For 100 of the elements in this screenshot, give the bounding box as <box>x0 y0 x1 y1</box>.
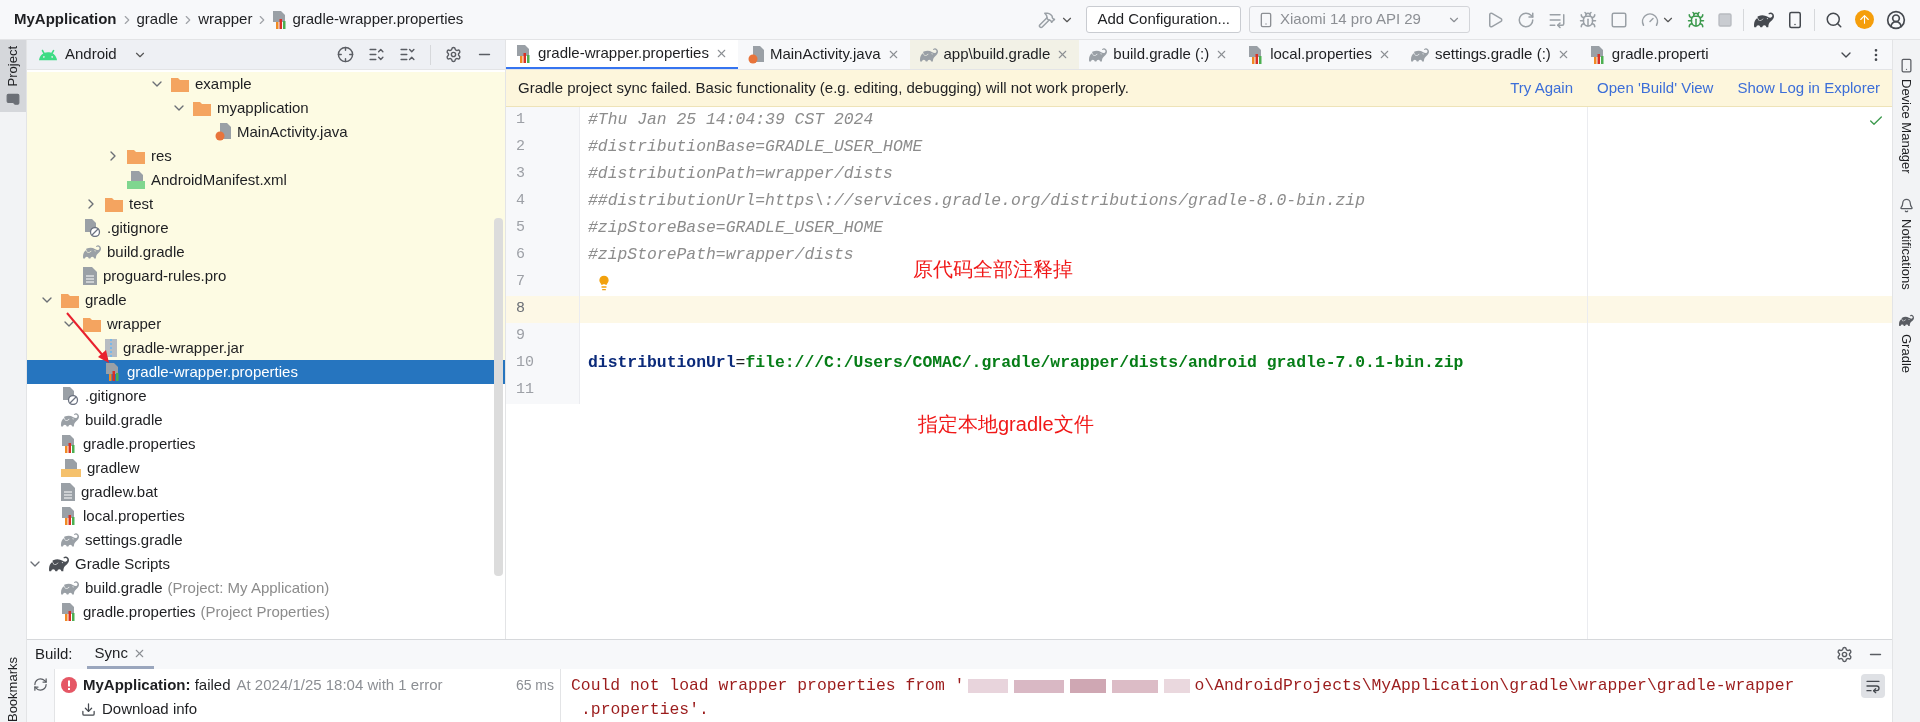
folder-icon <box>193 100 211 116</box>
tree-item[interactable]: MainActivity.java <box>27 120 505 144</box>
phone-icon[interactable] <box>1786 10 1804 29</box>
elephant-icon <box>49 554 69 574</box>
run-configuration-button[interactable]: Add Configuration... <box>1086 6 1241 33</box>
ignore-file-icon <box>83 219 101 237</box>
editor-tab[interactable]: MainActivity.java <box>737 40 910 69</box>
phone-icon <box>1258 11 1274 28</box>
java-file-icon <box>215 123 231 141</box>
error-icon <box>61 677 77 693</box>
banner-message: Gradle project sync failed. Basic functionality (e.g. editing, debugging) will not work properly. <box>518 77 1129 98</box>
line-number: 3 <box>516 164 525 185</box>
search-icon[interactable] <box>1825 10 1843 29</box>
locate-icon[interactable] <box>337 46 354 63</box>
folder-icon <box>83 316 101 332</box>
debug-icon[interactable] <box>1687 10 1705 29</box>
tool-window-tab[interactable]: Project <box>0 40 26 113</box>
folder-icon <box>61 292 79 308</box>
tree-item[interactable]: build.gradle <box>27 240 505 264</box>
elephant-icon <box>1899 313 1914 329</box>
editor-tab[interactable]: app\build.gradle <box>909 40 1080 69</box>
tool-window-tab[interactable]: Device Manager <box>1896 58 1917 174</box>
line-number: 2 <box>516 137 525 158</box>
settings-icon[interactable] <box>445 46 462 63</box>
breadcrumb[interactable]: gradle-wrapper.properties <box>292 8 464 31</box>
editor-tab[interactable]: settings.gradle (:) <box>1400 40 1580 69</box>
view-selector[interactable]: Android <box>65 43 117 66</box>
line-number: 9 <box>516 326 525 347</box>
text-file-icon <box>61 483 75 501</box>
elephant-icon <box>1410 45 1429 64</box>
ignore-file-icon <box>61 387 79 405</box>
tool-window-tab[interactable]: Notifications <box>1896 197 1917 290</box>
run-icon[interactable] <box>1486 10 1504 29</box>
line-number: 11 <box>516 380 534 401</box>
folder-icon <box>105 196 123 212</box>
editor-tab[interactable]: build.gradle (:) <box>1079 40 1239 69</box>
debug-icon[interactable] <box>1579 10 1597 29</box>
tree-item[interactable]: example <box>27 72 505 96</box>
line-number: 4 <box>516 191 525 212</box>
properties-file-icon <box>61 507 77 525</box>
tree-item[interactable]: AndroidManifest.xml <box>27 168 505 192</box>
elephant-icon <box>61 411 79 429</box>
code-line: ##distributionUrl=https\://services.gradle.org/distributions/gradle-8.0-bin.zip <box>588 190 1366 213</box>
editor-tab[interactable]: local.properties <box>1238 40 1401 69</box>
elephant-icon <box>919 45 938 64</box>
settings-icon[interactable] <box>1836 646 1853 663</box>
tree-item[interactable]: proguard-rules.pro <box>27 264 505 288</box>
collapse-all-icon[interactable] <box>399 46 416 63</box>
banner-link[interactable]: Open 'Build' View <box>1597 76 1714 100</box>
tool-window-tab[interactable]: Gradle <box>1896 313 1917 374</box>
tool-window-tab[interactable]: Bookmarks <box>0 656 29 722</box>
text-file-icon <box>83 267 97 285</box>
line-number: 6 <box>516 245 525 266</box>
phone-icon <box>1899 58 1914 73</box>
tree-item[interactable]: .gitignore <box>27 216 505 240</box>
expand-all-icon[interactable] <box>368 46 385 63</box>
tree-item[interactable]: gradle-wrapper.jar <box>27 336 505 360</box>
annotation-text: 原代码全部注释掉 <box>913 257 1073 282</box>
breadcrumb[interactable]: gradle <box>136 8 179 31</box>
script-file-icon <box>61 459 81 477</box>
breadcrumb[interactable]: MyApplication <box>14 8 117 31</box>
tree-item[interactable]: gradle-wrapper.properties <box>27 360 505 384</box>
account-icon[interactable] <box>1886 9 1906 30</box>
manifest-file-icon <box>127 171 145 189</box>
properties-file-icon <box>516 44 532 63</box>
editor-tab[interactable]: gradle-wrapper.properties <box>506 40 738 69</box>
editor-tab[interactable]: gradle.properti <box>1579 40 1719 69</box>
code-line: #distributionBase=GRADLE_USER_HOME <box>588 136 923 159</box>
banner-link[interactable]: Try Again <box>1510 76 1574 100</box>
tree-item[interactable]: test <box>27 192 505 216</box>
build-message[interactable]: Download info <box>102 697 198 721</box>
rerun-icon[interactable] <box>1517 10 1535 29</box>
line-number: 10 <box>516 353 534 374</box>
elephant-icon <box>83 243 101 261</box>
build-message[interactable]: MyApplication: failed <box>83 673 231 697</box>
tree-item[interactable]: wrapper <box>27 312 505 336</box>
elephant-icon <box>61 579 79 597</box>
build-detail: At 2024/1/25 18:04 with 1 error <box>236 674 443 695</box>
archive-file-icon <box>105 339 117 357</box>
tree-item[interactable]: res <box>27 144 505 168</box>
console-text: .properties'. <box>580 699 710 721</box>
code-line: #zipStorePath=wrapper/dists <box>588 244 854 267</box>
panel-title: Build: <box>35 644 73 665</box>
tree-item[interactable]: gradle <box>27 288 505 312</box>
elephant-icon <box>1089 45 1108 64</box>
console-text: Could not load wrapper properties from ' <box>571 674 965 697</box>
refresh-icon[interactable] <box>33 677 48 692</box>
folder-icon <box>6 92 20 107</box>
panel-tab[interactable]: Sync <box>86 640 154 669</box>
java-file-icon <box>747 45 764 64</box>
tree-item[interactable]: myapplication <box>27 96 505 120</box>
banner-link[interactable]: Show Log in Explorer <box>1737 76 1880 100</box>
code-line: #distributionPath=wrapper/dists <box>588 163 893 186</box>
properties-file-icon <box>272 10 289 29</box>
breadcrumb[interactable]: wrapper <box>198 8 253 31</box>
soft-wrap-icon[interactable] <box>1861 674 1885 698</box>
code-line: #Thu Jan 25 14:04:39 CST 2024 <box>588 109 874 132</box>
line-number: 8 <box>516 299 525 320</box>
code-line: distributionUrl=file:///C:/Users/COMAC/.gradle/wrapper/dists/android gradle-7.0.1-bin.zip <box>588 352 1464 375</box>
scrollbar[interactable] <box>494 218 503 576</box>
